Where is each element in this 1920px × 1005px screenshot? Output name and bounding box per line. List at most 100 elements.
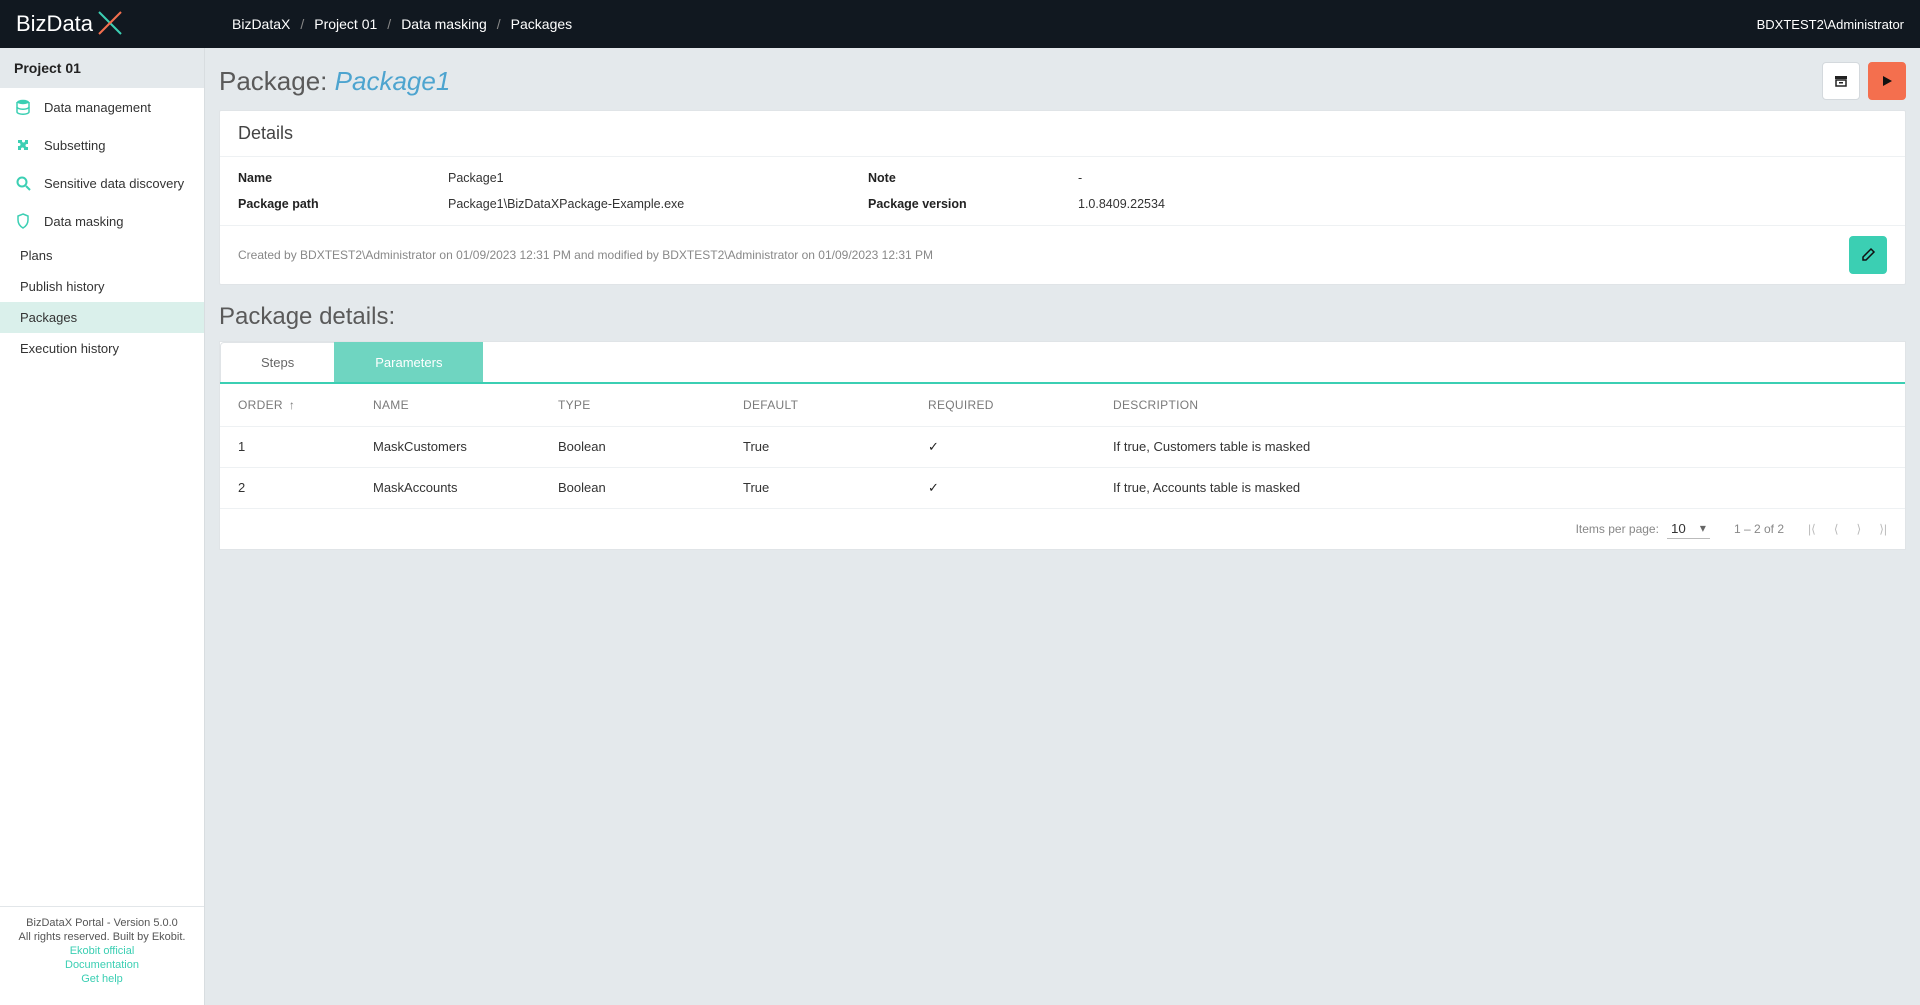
cell-name: MaskAccounts: [373, 480, 558, 496]
tab-steps[interactable]: Steps: [220, 342, 335, 382]
cell-order: 1: [238, 439, 373, 455]
breadcrumb-link-1[interactable]: Project 01: [314, 16, 377, 32]
breadcrumb: BizDataX / Project 01 / Data masking / P…: [206, 16, 572, 32]
sidebar-item-sensitive-data-discovery[interactable]: Sensitive data discovery: [0, 164, 204, 202]
pagination-nav: |⟨ ⟨ ⟩ ⟩|: [1808, 522, 1887, 536]
cell-type: Boolean: [558, 439, 743, 455]
tabs: Steps Parameters: [220, 342, 1905, 384]
detail-note-label: Note: [868, 171, 1078, 185]
page-title-name: Package1: [335, 66, 451, 96]
page-title: Package: Package1: [219, 66, 450, 97]
detail-version-value: 1.0.8409.22534: [1078, 197, 1887, 211]
breadcrumb-sep: /: [387, 16, 391, 32]
sidebar-item-data-management[interactable]: Data management: [0, 88, 204, 126]
sidebar: Project 01 Data management Subsetting Se…: [0, 48, 205, 1005]
cell-required: ✓: [928, 439, 1113, 455]
paginator: Items per page: 10 1 – 2 of 2 |⟨ ⟨ ⟩ ⟩|: [220, 509, 1905, 549]
section-title: Package details:: [219, 303, 1906, 331]
logo-x-icon: [95, 8, 125, 41]
sort-asc-icon: ↑: [289, 398, 295, 412]
detail-name-value: Package1: [448, 171, 868, 185]
cell-order: 2: [238, 480, 373, 496]
page-title-prefix: Package:: [219, 66, 335, 96]
footer-link-documentation[interactable]: Documentation: [12, 959, 192, 971]
prev-page-button[interactable]: ⟨: [1834, 522, 1839, 536]
title-actions: [1822, 62, 1906, 100]
logo: BizData: [16, 8, 206, 41]
detail-path-value: Package1\BizDataXPackage-Example.exe: [448, 197, 868, 211]
sidebar-project-title: Project 01: [0, 48, 204, 88]
audit-text: Created by BDXTEST2\Administrator on 01/…: [238, 248, 933, 262]
sidebar-item-label: Sensitive data discovery: [44, 176, 184, 191]
details-grid: Name Package1 Note - Package path Packag…: [220, 157, 1905, 225]
cell-default: True: [743, 439, 928, 455]
sidebar-footer: BizDataX Portal - Version 5.0.0 All righ…: [0, 906, 204, 1005]
user-display[interactable]: BDXTEST2\Administrator: [1757, 17, 1904, 32]
archive-button[interactable]: [1822, 62, 1860, 100]
run-button[interactable]: [1868, 62, 1906, 100]
items-per-page-label: Items per page:: [1576, 522, 1659, 536]
breadcrumb-sep: /: [300, 16, 304, 32]
sidebar-item-data-masking[interactable]: Data masking: [0, 202, 204, 240]
sidebar-item-label: Data management: [44, 100, 151, 115]
table-row: 2 MaskAccounts Boolean True ✓ If true, A…: [220, 468, 1905, 509]
sidebar-sub-publish-history[interactable]: Publish history: [0, 271, 204, 302]
package-details-panel: Steps Parameters ORDER ↑ NAME TYPE DEFAU…: [219, 341, 1906, 550]
table-row: 1 MaskCustomers Boolean True ✓ If true, …: [220, 427, 1905, 468]
details-heading: Details: [220, 111, 1905, 157]
cell-name: MaskCustomers: [373, 439, 558, 455]
card-footer: Created by BDXTEST2\Administrator on 01/…: [220, 225, 1905, 284]
col-order[interactable]: ORDER ↑: [238, 398, 373, 412]
first-page-button[interactable]: |⟨: [1808, 522, 1816, 536]
sidebar-item-label: Subsetting: [44, 138, 105, 153]
detail-path-label: Package path: [238, 197, 448, 211]
col-name[interactable]: NAME: [373, 398, 558, 412]
sidebar-item-label: Data masking: [44, 214, 123, 229]
last-page-button[interactable]: ⟩|: [1879, 522, 1887, 536]
page-range: 1 – 2 of 2: [1734, 522, 1784, 536]
cell-default: True: [743, 480, 928, 496]
table-header: ORDER ↑ NAME TYPE DEFAULT REQUIRED DESCR…: [220, 384, 1905, 427]
col-type[interactable]: TYPE: [558, 398, 743, 412]
col-default[interactable]: DEFAULT: [743, 398, 928, 412]
check-icon: ✓: [928, 480, 939, 495]
sidebar-sub-packages[interactable]: Packages: [0, 302, 204, 333]
breadcrumb-link-3[interactable]: Packages: [511, 16, 572, 32]
col-order-label: ORDER: [238, 398, 283, 412]
footer-link-get-help[interactable]: Get help: [12, 973, 192, 985]
next-page-button[interactable]: ⟩: [1857, 522, 1862, 536]
topbar: BizData BizDataX / Project 01 / Data mas…: [0, 0, 1920, 48]
cell-description: If true, Accounts table is masked: [1113, 480, 1887, 496]
details-card: Details Name Package1 Note - Package pat…: [219, 110, 1906, 285]
content: Package: Package1 Details Name Package1 …: [205, 48, 1920, 1005]
shield-icon: [14, 212, 32, 230]
sidebar-item-subsetting[interactable]: Subsetting: [0, 126, 204, 164]
page-size-control: Items per page: 10: [1576, 519, 1710, 539]
check-icon: ✓: [928, 439, 939, 454]
breadcrumb-link-0[interactable]: BizDataX: [232, 16, 290, 32]
logo-text: BizData: [16, 11, 93, 37]
page-size-select[interactable]: 10: [1667, 519, 1710, 539]
tab-parameters[interactable]: Parameters: [334, 342, 483, 382]
col-required[interactable]: REQUIRED: [928, 398, 1113, 412]
breadcrumb-sep: /: [497, 16, 501, 32]
cell-description: If true, Customers table is masked: [1113, 439, 1887, 455]
footer-link-ekobit[interactable]: Ekobit official: [12, 945, 192, 957]
parameters-table: ORDER ↑ NAME TYPE DEFAULT REQUIRED DESCR…: [220, 384, 1905, 549]
puzzle-icon: [14, 136, 32, 154]
sidebar-sub-execution-history[interactable]: Execution history: [0, 333, 204, 364]
detail-version-label: Package version: [868, 197, 1078, 211]
detail-note-value: -: [1078, 171, 1887, 185]
edit-button[interactable]: [1849, 236, 1887, 274]
database-icon: [14, 98, 32, 116]
footer-rights: All rights reserved. Built by Ekobit.: [12, 931, 192, 943]
footer-version: BizDataX Portal - Version 5.0.0: [12, 917, 192, 929]
detail-name-label: Name: [238, 171, 448, 185]
col-description[interactable]: DESCRIPTION: [1113, 398, 1887, 412]
breadcrumb-link-2[interactable]: Data masking: [401, 16, 487, 32]
cell-type: Boolean: [558, 480, 743, 496]
sidebar-sub-plans[interactable]: Plans: [0, 240, 204, 271]
page-title-row: Package: Package1: [219, 62, 1906, 100]
search-icon: [14, 174, 32, 192]
cell-required: ✓: [928, 480, 1113, 496]
